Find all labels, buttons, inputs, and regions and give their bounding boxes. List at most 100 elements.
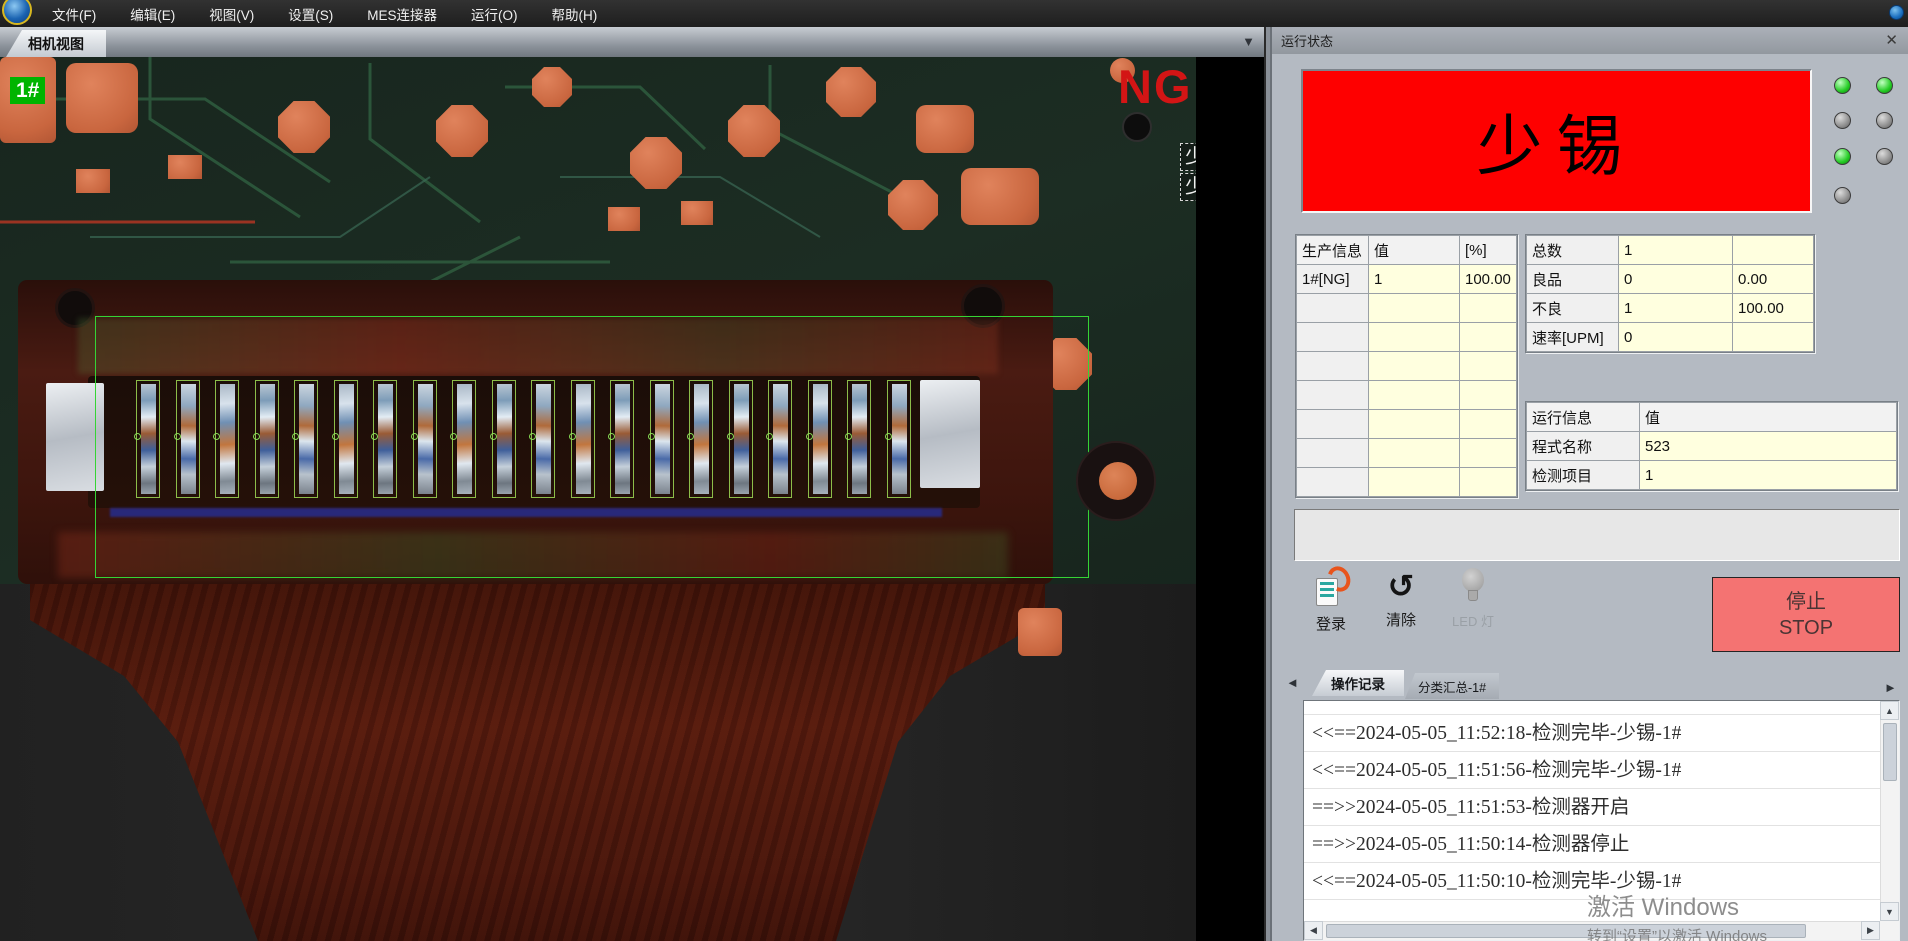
led-light-button[interactable]: LED 灯 bbox=[1444, 568, 1502, 644]
table-cell: 1 bbox=[1369, 265, 1460, 294]
horizontal-scrollbar[interactable]: ◀ ▶ bbox=[1304, 921, 1880, 940]
close-icon[interactable]: ✕ bbox=[1885, 31, 1898, 49]
copper-pad-octagon bbox=[826, 67, 876, 117]
table-row: 不良 1 100.00 bbox=[1527, 294, 1814, 323]
camera-tabstrip: 相机视图 ▼ bbox=[0, 27, 1271, 57]
board-via-ring bbox=[1076, 441, 1156, 521]
panel-splitter[interactable] bbox=[1264, 27, 1272, 941]
tray-notification-icon[interactable] bbox=[1889, 5, 1904, 20]
menu-run[interactable]: 运行(O) bbox=[471, 4, 518, 24]
table-header-cell: [%] bbox=[1460, 236, 1517, 265]
table-row: 速率[UPM] 0 bbox=[1527, 323, 1814, 352]
table-cell: 1#[NG] bbox=[1297, 265, 1369, 294]
tab-scroll-right-icon[interactable]: ► bbox=[1884, 680, 1897, 695]
table-row: 1#[NG] 1 100.00 bbox=[1297, 265, 1517, 294]
scroll-right-icon[interactable]: ▶ bbox=[1861, 921, 1880, 940]
bulb-icon bbox=[1460, 568, 1486, 606]
log-row-partial bbox=[1304, 701, 1880, 715]
tab-camera-view[interactable]: 相机视图 bbox=[6, 30, 106, 57]
stats-table: 总数 1 良品 0 0.00 不良 1 100.00 速率[UPM] 0 bbox=[1526, 235, 1814, 352]
camera-number-badge: 1# bbox=[10, 77, 45, 104]
menu-help[interactable]: 帮助(H) bbox=[552, 4, 598, 24]
panel-title-bar: 运行状态 ✕ bbox=[1272, 27, 1908, 54]
scroll-up-icon[interactable]: ▲ bbox=[1880, 701, 1899, 720]
scroll-down-icon[interactable]: ▼ bbox=[1880, 902, 1899, 921]
menu-file[interactable]: 文件(F) bbox=[52, 4, 96, 24]
vertical-scrollbar[interactable]: ▲ ▼ bbox=[1880, 701, 1899, 921]
run-info-table: 运行信息 值 程式名称 523 检测项目 1 bbox=[1526, 402, 1897, 490]
tab-operation-log[interactable]: 操作记录 bbox=[1312, 670, 1404, 696]
table-row bbox=[1297, 410, 1517, 439]
stop-button-label-cn: 停止 bbox=[1786, 589, 1826, 615]
log-row: <<==2024-05-05_11:51:56-检测完毕-少锡-1# bbox=[1304, 752, 1880, 789]
message-box bbox=[1294, 509, 1900, 561]
operation-log-box: <<==2024-05-05_11:52:18-检测完毕-少锡-1# <<==2… bbox=[1303, 700, 1900, 941]
table-header-cell: 运行信息 bbox=[1527, 403, 1640, 432]
table-cell: 总数 bbox=[1527, 236, 1619, 265]
copper-pad bbox=[66, 63, 138, 133]
menu-items: 文件(F) 编辑(E) 视图(V) 设置(S) MES连接器 运行(O) 帮助(… bbox=[0, 4, 597, 24]
horizontal-scroll-thumb[interactable] bbox=[1326, 924, 1806, 938]
table-cell: 检测项目 bbox=[1527, 461, 1640, 490]
table-row: 良品 0 0.00 bbox=[1527, 265, 1814, 294]
copper-pad-octagon bbox=[532, 67, 572, 107]
via-hole bbox=[1122, 112, 1152, 142]
table-cell: 良品 bbox=[1527, 265, 1619, 294]
defect-banner: 少锡 bbox=[1301, 69, 1812, 213]
menu-view[interactable]: 视图(V) bbox=[209, 4, 254, 24]
inspection-roi-rectangle bbox=[95, 316, 1089, 578]
menu-bar: 文件(F) 编辑(E) 视图(V) 设置(S) MES连接器 运行(O) 帮助(… bbox=[0, 0, 1908, 27]
defect-tag: 少锡 bbox=[1180, 173, 1196, 201]
menu-edit[interactable]: 编辑(E) bbox=[130, 4, 175, 24]
status-led bbox=[1876, 77, 1893, 94]
status-led bbox=[1834, 77, 1851, 94]
production-table: 生产信息 值 [%] 1#[NG] 1 100.00 bbox=[1296, 235, 1517, 497]
table-cell: 100.00 bbox=[1733, 294, 1814, 323]
menu-settings[interactable]: 设置(S) bbox=[288, 4, 333, 24]
table-cell bbox=[1297, 352, 1369, 381]
defect-tag-list: 少锡 少锡 bbox=[1180, 143, 1196, 203]
tab-scroll-left-icon[interactable]: ◄ bbox=[1286, 675, 1299, 690]
log-row: <<==2024-05-05_11:52:18-检测完毕-少锡-1# bbox=[1304, 715, 1880, 752]
table-cell bbox=[1297, 468, 1369, 497]
table-cell bbox=[1460, 381, 1517, 410]
copper-pad bbox=[76, 169, 110, 193]
table-row: 检测项目 1 bbox=[1527, 461, 1897, 490]
copper-pad bbox=[681, 201, 713, 225]
clear-button[interactable]: ↺ 清除 bbox=[1372, 568, 1430, 644]
table-cell bbox=[1297, 323, 1369, 352]
table-cell bbox=[1369, 468, 1460, 497]
table-cell bbox=[1733, 236, 1814, 265]
inspection-result-label: NG bbox=[1118, 63, 1193, 110]
table-cell: 1 bbox=[1640, 461, 1897, 490]
scroll-left-icon[interactable]: ◀ bbox=[1304, 921, 1323, 940]
table-cell: 1 bbox=[1619, 236, 1733, 265]
table-cell bbox=[1297, 294, 1369, 323]
vertical-scroll-thumb[interactable] bbox=[1883, 723, 1897, 781]
log-row: ==>>2024-05-05_11:50:14-检测器停止 bbox=[1304, 826, 1880, 863]
table-row bbox=[1297, 439, 1517, 468]
table-cell bbox=[1460, 294, 1517, 323]
defect-banner-text: 少锡 bbox=[1477, 93, 1637, 189]
table-cell bbox=[1733, 323, 1814, 352]
table-cell: 0 bbox=[1619, 323, 1733, 352]
camera-image: 1# NG 少锡 少锡 bbox=[0, 57, 1196, 941]
stop-button-label-en: STOP bbox=[1779, 615, 1833, 641]
table-cell bbox=[1369, 323, 1460, 352]
table-cell: 100.00 bbox=[1460, 265, 1517, 294]
table-row bbox=[1297, 468, 1517, 497]
table-cell bbox=[1460, 410, 1517, 439]
tab-classification-summary[interactable]: 分类汇总-1# bbox=[1405, 673, 1499, 699]
chevron-down-icon[interactable]: ▼ bbox=[1242, 34, 1255, 49]
stop-button[interactable]: 停止 STOP bbox=[1712, 577, 1900, 652]
menu-mes-connector[interactable]: MES连接器 bbox=[367, 4, 437, 24]
run-status-panel: 运行状态 ✕ 少锡 生产信息 值 [%] bbox=[1272, 27, 1908, 941]
table-row bbox=[1297, 294, 1517, 323]
table-cell bbox=[1297, 381, 1369, 410]
table-cell bbox=[1460, 468, 1517, 497]
login-button[interactable]: 登录 bbox=[1302, 568, 1360, 644]
table-cell: 程式名称 bbox=[1527, 432, 1640, 461]
status-led bbox=[1834, 112, 1851, 129]
table-cell bbox=[1369, 294, 1460, 323]
status-led bbox=[1834, 187, 1851, 204]
